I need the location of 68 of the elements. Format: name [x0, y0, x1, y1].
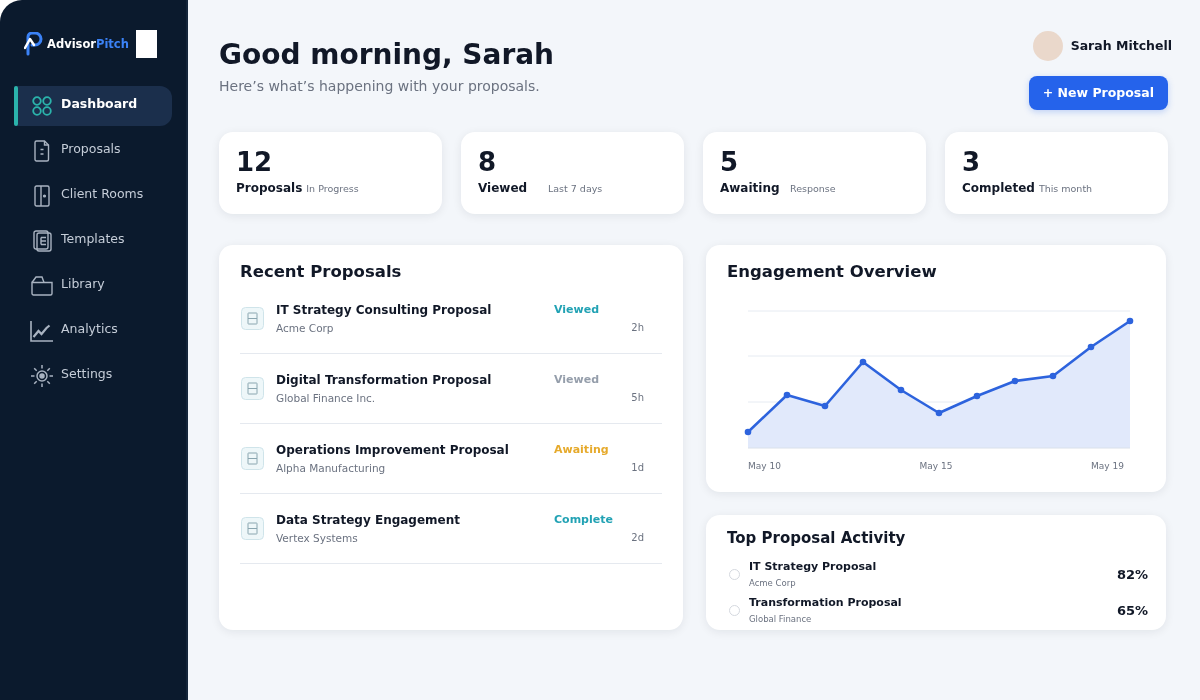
- sidebar-item[interactable]: Library: [14, 266, 172, 306]
- four-circles-icon: [32, 96, 52, 116]
- ring-icon: [729, 605, 740, 616]
- axis-label: May 15: [919, 460, 953, 472]
- client-name: Global Finance Inc.: [276, 391, 377, 405]
- document-icon: [241, 307, 264, 330]
- percent-text: 82%: [1116, 566, 1148, 583]
- sidebar-item[interactable]: Proposals: [14, 131, 172, 171]
- stat-note: This month: [1038, 183, 1093, 195]
- avatar-icon: [1032, 31, 1063, 61]
- logo-text: AdvisorPitch: [47, 37, 129, 51]
- document-icon: [241, 447, 264, 470]
- status-text: Complete: [554, 513, 613, 527]
- client-name: Vertex Systems: [276, 531, 359, 545]
- document-icon: [34, 140, 50, 162]
- card-title: Top Proposal Activity: [727, 528, 907, 548]
- percent-text: 65%: [1116, 602, 1148, 619]
- ring-icon: [729, 569, 740, 580]
- time-text: 2d: [631, 531, 644, 544]
- stat-label: Viewed: [478, 180, 529, 196]
- stat-value: 8: [478, 147, 498, 177]
- time-text: 2h: [631, 321, 644, 334]
- document-icon: [241, 517, 264, 540]
- sidebar-item[interactable]: Client Rooms: [14, 176, 172, 216]
- client-name: Global Finance: [749, 613, 813, 625]
- proposal-title: Data Strategy Engagement: [276, 512, 461, 528]
- proposal-title: Operations Improvement Proposal: [276, 442, 510, 458]
- sidebar-item[interactable]: Analytics: [14, 311, 172, 351]
- sun-icon: [30, 364, 54, 388]
- proposal-title: IT Strategy Consulting Proposal: [276, 302, 493, 318]
- greeting-heading: Good morning, Sarah: [219, 38, 555, 72]
- activity-title: IT Strategy Proposal: [749, 560, 878, 574]
- proposal-title: Digital Transformation Proposal: [276, 372, 493, 388]
- status-text: Viewed: [554, 373, 600, 387]
- subtitle-text: Here’s what’s happening with your proposals.: [219, 77, 541, 95]
- client-name: Alpha Manufacturing: [276, 461, 387, 475]
- stat-label: Proposals: [236, 180, 303, 196]
- document-icon: [241, 377, 264, 400]
- logo-icon: [24, 32, 44, 56]
- status-text: Awaiting: [554, 443, 609, 457]
- activity-title: Transformation Proposal: [749, 596, 903, 610]
- stat-note: In Progress: [306, 183, 359, 195]
- sidebar-item[interactable]: Dashboard: [14, 86, 172, 126]
- line-chart-icon: [30, 320, 54, 342]
- time-text: 1d: [631, 461, 644, 474]
- stat-label: Awaiting: [720, 180, 781, 196]
- stacked-documents-icon: [32, 230, 52, 252]
- stat-value: 5: [720, 147, 740, 177]
- status-text: Viewed: [554, 303, 600, 317]
- stat-note: Response: [790, 183, 836, 195]
- card-title: Engagement Overview: [727, 261, 938, 283]
- stat-value: 3: [962, 147, 982, 177]
- time-text: 5h: [631, 391, 644, 404]
- blank-image-placeholder: [136, 30, 157, 58]
- client-name: Acme Corp: [276, 321, 335, 335]
- axis-label: May 10: [748, 460, 781, 472]
- card-title: Recent Proposals: [239, 261, 403, 283]
- client-name: Acme Corp: [749, 577, 797, 589]
- sidebar-item[interactable]: Settings: [14, 356, 172, 396]
- folder-icon: [31, 276, 53, 296]
- stat-label: Completed: [962, 180, 1035, 196]
- new-proposal-button[interactable]: + New Proposal: [1028, 76, 1168, 110]
- axis-label: May 19: [1091, 460, 1124, 472]
- door-icon: [34, 185, 50, 207]
- stat-value: 12: [236, 147, 274, 177]
- stat-note: Last 7 days: [548, 183, 603, 195]
- user-name: Sarah Mitchell: [1070, 38, 1172, 54]
- sidebar-item[interactable]: Templates: [14, 221, 172, 261]
